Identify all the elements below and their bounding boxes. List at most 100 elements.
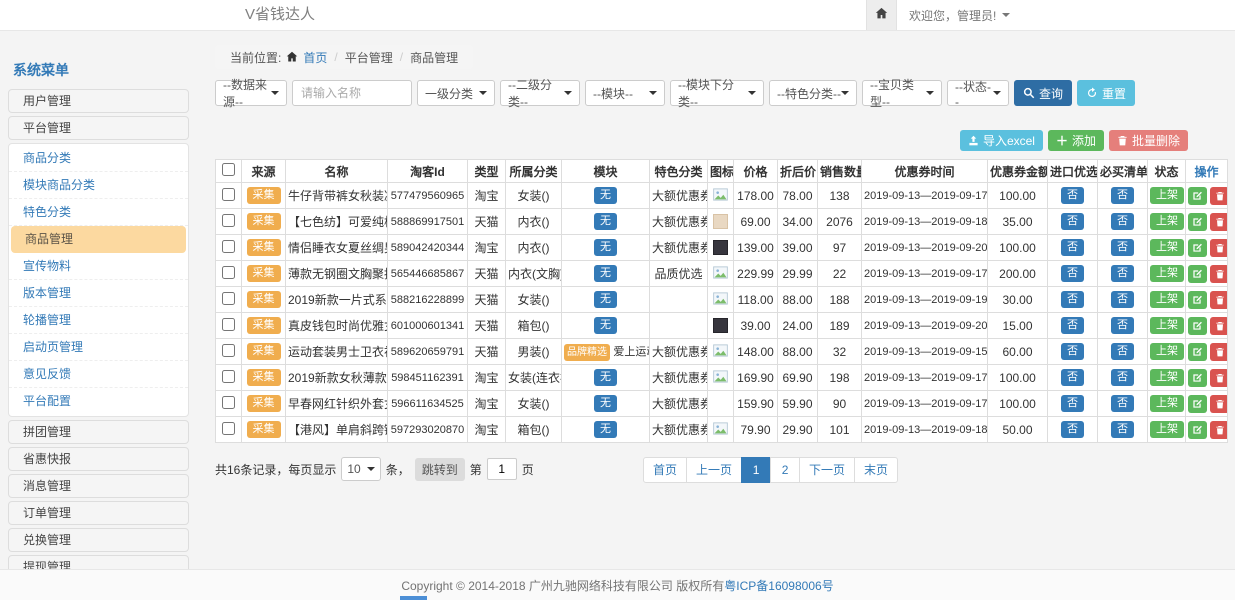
breadcrumb-home-link[interactable]: 首页	[303, 49, 327, 66]
filter-status-select[interactable]: --状态--	[947, 80, 1009, 106]
module-none-badge[interactable]: 无	[594, 213, 617, 230]
pager-button[interactable]: 上一页	[686, 457, 742, 483]
edit-button[interactable]	[1188, 343, 1207, 361]
add-button[interactable]: ＋ 添加	[1048, 130, 1104, 151]
user-menu[interactable]: 欢迎您，管理员!	[897, 0, 1022, 30]
sidebar-item[interactable]: 轮播管理	[9, 307, 188, 334]
module-none-badge[interactable]: 无	[594, 369, 617, 386]
must-buy-toggle[interactable]: 否	[1111, 343, 1134, 360]
delete-button[interactable]	[1210, 239, 1228, 257]
filter-feature-category-select[interactable]: --特色分类--	[769, 80, 857, 106]
import-pick-toggle[interactable]: 否	[1061, 369, 1084, 386]
delete-button[interactable]	[1210, 187, 1228, 205]
edit-button[interactable]	[1188, 369, 1207, 387]
row-checkbox[interactable]	[222, 344, 235, 357]
per-page-select[interactable]: 10	[341, 457, 380, 481]
delete-button[interactable]	[1210, 291, 1228, 309]
sidebar-item[interactable]: 意见反馈	[9, 361, 188, 388]
pager-button[interactable]: 末页	[854, 457, 898, 483]
module-none-badge[interactable]: 无	[594, 317, 617, 334]
edit-button[interactable]	[1188, 317, 1207, 335]
module-none-badge[interactable]: 无	[594, 265, 617, 282]
sidebar-item[interactable]: 特色分类	[9, 199, 188, 226]
filter-data-source-select[interactable]: --数据来源--	[215, 80, 287, 106]
module-none-badge[interactable]: 无	[594, 239, 617, 256]
edit-button[interactable]	[1188, 395, 1207, 413]
filter-item-type-select[interactable]: --宝贝类型--	[862, 80, 942, 106]
batch-delete-button[interactable]: 批量删除	[1109, 130, 1188, 151]
row-checkbox[interactable]	[222, 396, 235, 409]
sidebar-item[interactable]: 模块商品分类	[9, 172, 188, 199]
must-buy-toggle[interactable]: 否	[1111, 239, 1134, 256]
page-number-input[interactable]	[487, 458, 517, 480]
import-pick-toggle[interactable]: 否	[1061, 395, 1084, 412]
module-none-badge[interactable]: 无	[594, 291, 617, 308]
status-badge[interactable]: 上架	[1150, 421, 1184, 438]
status-badge[interactable]: 上架	[1150, 369, 1184, 386]
delete-button[interactable]	[1210, 421, 1228, 439]
import-pick-toggle[interactable]: 否	[1061, 317, 1084, 334]
sidebar-item[interactable]: 订单管理	[8, 501, 189, 525]
import-pick-toggle[interactable]: 否	[1061, 421, 1084, 438]
status-badge[interactable]: 上架	[1150, 265, 1184, 282]
edit-button[interactable]	[1188, 187, 1207, 205]
status-badge[interactable]: 上架	[1150, 343, 1184, 360]
icp-link[interactable]: 粤ICP备16098006号	[724, 577, 833, 594]
import-excel-button[interactable]: 导入excel	[960, 130, 1043, 151]
delete-button[interactable]	[1210, 369, 1228, 387]
row-checkbox[interactable]	[222, 266, 235, 279]
filter-level2-category-select[interactable]: --二级分类--	[500, 80, 580, 106]
module-none-badge[interactable]: 无	[594, 395, 617, 412]
must-buy-toggle[interactable]: 否	[1111, 395, 1134, 412]
row-checkbox[interactable]	[222, 370, 235, 383]
edit-button[interactable]	[1188, 265, 1207, 283]
import-pick-toggle[interactable]: 否	[1061, 343, 1084, 360]
edit-button[interactable]	[1188, 213, 1207, 231]
row-checkbox[interactable]	[222, 240, 235, 253]
import-pick-toggle[interactable]: 否	[1061, 187, 1084, 204]
must-buy-toggle[interactable]: 否	[1111, 291, 1134, 308]
status-badge[interactable]: 上架	[1150, 213, 1184, 230]
import-pick-toggle[interactable]: 否	[1061, 291, 1084, 308]
status-badge[interactable]: 上架	[1150, 239, 1184, 256]
delete-button[interactable]	[1210, 265, 1228, 283]
module-none-badge[interactable]: 无	[594, 421, 617, 438]
filter-module-select[interactable]: --模块--	[585, 80, 665, 106]
must-buy-toggle[interactable]: 否	[1111, 187, 1134, 204]
status-badge[interactable]: 上架	[1150, 395, 1184, 412]
filter-level1-category-select[interactable]: 一级分类	[417, 80, 495, 106]
must-buy-toggle[interactable]: 否	[1111, 265, 1134, 282]
row-checkbox[interactable]	[222, 188, 235, 201]
must-buy-toggle[interactable]: 否	[1111, 213, 1134, 230]
sidebar-item[interactable]: 拼团管理	[8, 420, 189, 444]
import-pick-toggle[interactable]: 否	[1061, 239, 1084, 256]
filter-module-sub-select[interactable]: --模块下分类--	[670, 80, 764, 106]
pager-button[interactable]: 首页	[643, 457, 687, 483]
delete-button[interactable]	[1210, 395, 1228, 413]
sidebar-item[interactable]: 版本管理	[9, 280, 188, 307]
must-buy-toggle[interactable]: 否	[1111, 317, 1134, 334]
delete-button[interactable]	[1210, 213, 1228, 231]
home-button[interactable]	[866, 0, 897, 30]
row-checkbox[interactable]	[222, 318, 235, 331]
sidebar-item[interactable]: 商品管理	[11, 226, 186, 253]
sidebar-item[interactable]: 宣传物料	[9, 253, 188, 280]
status-badge[interactable]: 上架	[1150, 317, 1184, 334]
sidebar-item[interactable]: 启动页管理	[9, 334, 188, 361]
must-buy-toggle[interactable]: 否	[1111, 421, 1134, 438]
row-checkbox[interactable]	[222, 214, 235, 227]
select-all-checkbox[interactable]	[222, 163, 235, 176]
status-badge[interactable]: 上架	[1150, 187, 1184, 204]
row-checkbox[interactable]	[222, 292, 235, 305]
sidebar-item[interactable]: 平台配置	[9, 388, 188, 415]
edit-button[interactable]	[1188, 239, 1207, 257]
pager-button[interactable]: 下一页	[799, 457, 855, 483]
import-pick-toggle[interactable]: 否	[1061, 213, 1084, 230]
must-buy-toggle[interactable]: 否	[1111, 369, 1134, 386]
edit-button[interactable]	[1188, 291, 1207, 309]
sidebar-item[interactable]: 用户管理	[8, 89, 189, 113]
jump-button[interactable]: 跳转到	[415, 458, 465, 481]
reset-button[interactable]: 重置	[1077, 80, 1135, 106]
sidebar-item[interactable]: 商品分类	[9, 145, 188, 172]
sidebar-item[interactable]: 省惠快报	[8, 447, 189, 471]
